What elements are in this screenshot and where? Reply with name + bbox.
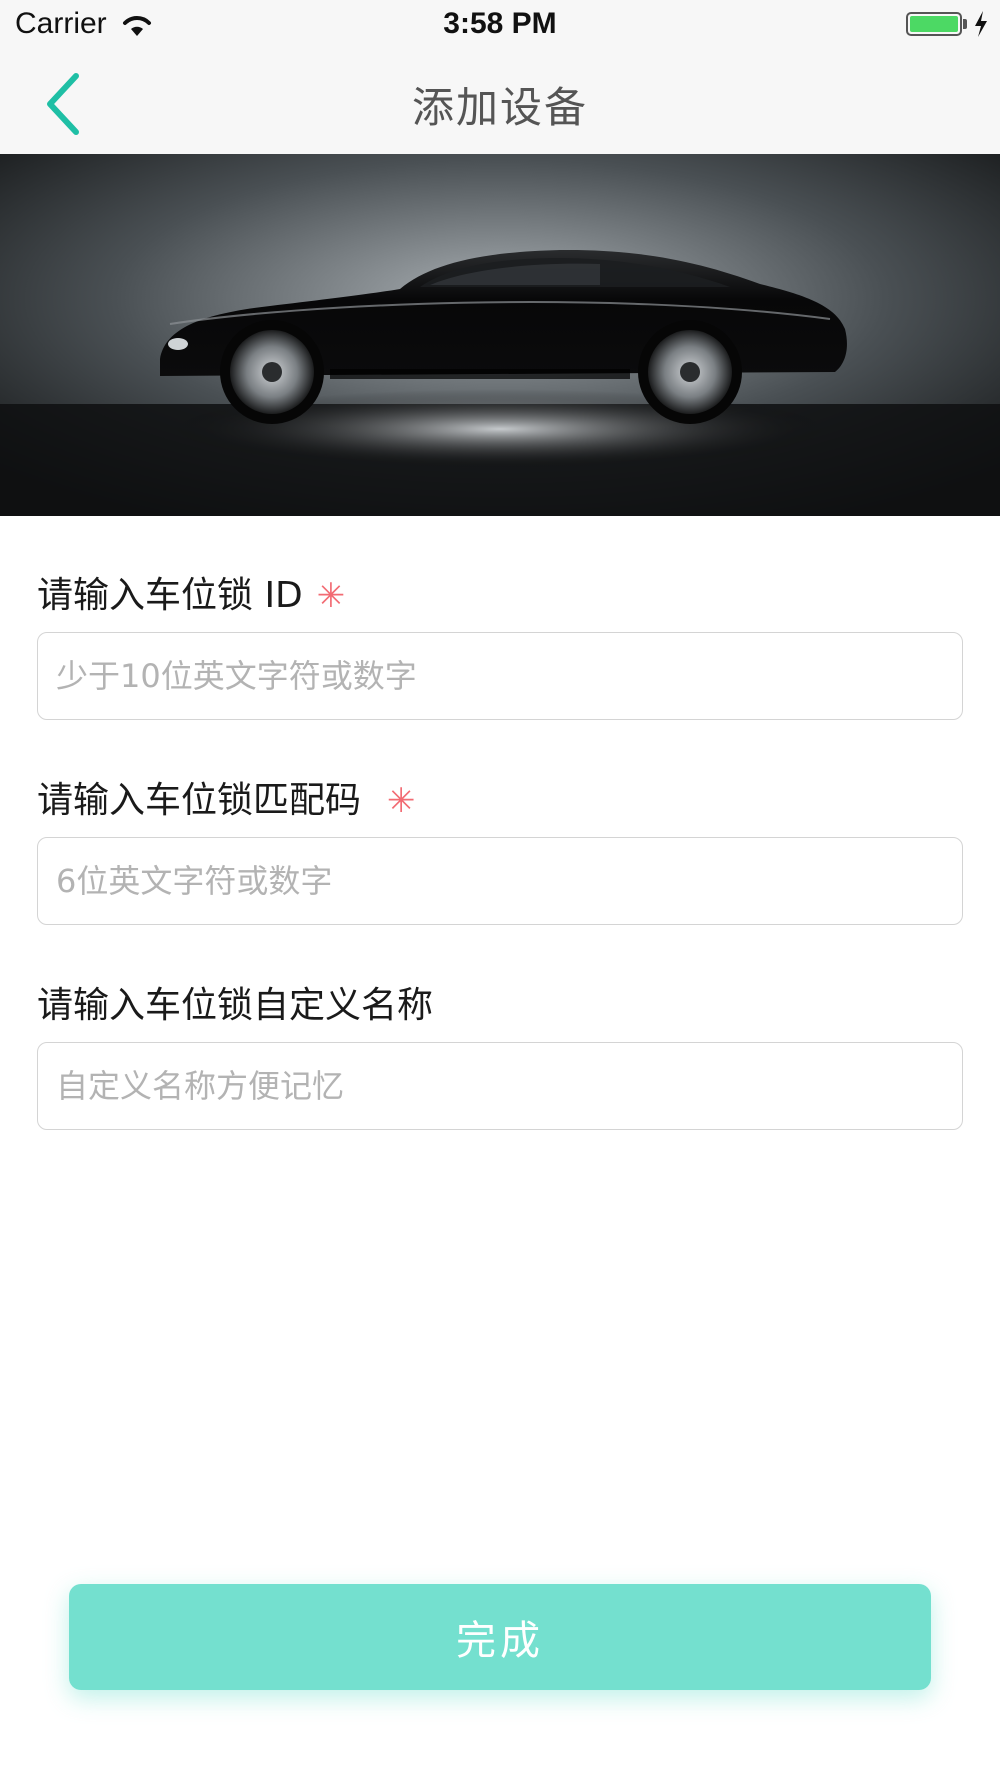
field-label-text: 请输入车位锁 ID <box>37 575 303 616</box>
field-label-text: 请输入车位锁匹配码 <box>37 780 362 821</box>
car-image <box>0 154 1000 516</box>
charging-bolt-icon <box>975 11 987 37</box>
nav-bar: 添加设备 <box>0 50 1000 154</box>
field-label-custom-name: 请输入车位锁自定义名称 <box>37 976 433 1028</box>
field-label-text: 请输入车位锁自定义名称 <box>37 985 434 1026</box>
field-label-match-code: 请输入车位锁匹配码 ✳ <box>37 771 416 823</box>
required-asterisk-icon: ✳ <box>316 576 346 616</box>
banner-image <box>0 154 1000 516</box>
status-time: 3:58 PM <box>443 7 557 40</box>
page-title: 添加设备 <box>411 83 588 132</box>
match-code-input[interactable] <box>37 837 963 925</box>
done-button[interactable]: 完成 <box>69 1584 931 1690</box>
custom-name-input[interactable] <box>37 1042 963 1130</box>
status-bar: Carrier 3:58 PM <box>0 0 1000 50</box>
field-label-lock-id: 请输入车位锁 ID ✳ <box>37 566 345 618</box>
required-asterisk-icon: ✳ <box>387 781 416 821</box>
battery-icon <box>906 12 962 36</box>
lock-id-input[interactable] <box>37 632 963 720</box>
battery-tip <box>963 19 967 29</box>
